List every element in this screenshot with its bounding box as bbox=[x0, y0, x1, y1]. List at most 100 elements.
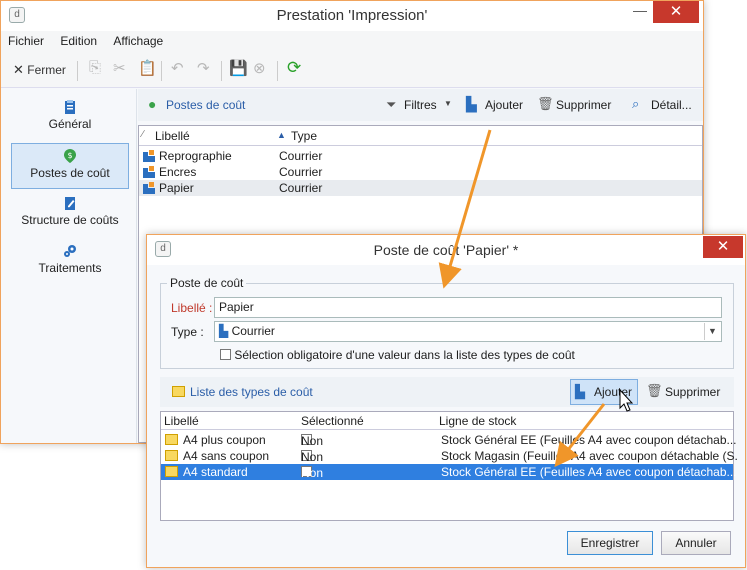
menu-affichage[interactable]: Affichage bbox=[106, 31, 169, 48]
menu-fichier[interactable]: Fichier bbox=[1, 31, 50, 48]
close-window-button[interactable]: ✕ bbox=[653, 1, 699, 23]
type-caption: Type : bbox=[171, 325, 204, 339]
row-label: A4 standard bbox=[183, 465, 248, 479]
sort-ascending-icon: ▲ bbox=[277, 130, 286, 140]
left-navigation: Général $ Postes de coût Structure de co… bbox=[1, 89, 137, 443]
label-input[interactable]: Papier bbox=[214, 297, 722, 318]
undo-icon[interactable]: ↶ bbox=[171, 59, 184, 77]
nav-item-structure-de-couts[interactable]: Structure de coûts bbox=[11, 191, 129, 237]
cost-item-dialog: d Poste de coût 'Papier' * ✕ Poste de co… bbox=[146, 234, 746, 568]
sort-handle-icon: ∕ bbox=[142, 129, 144, 140]
list-toolbar: Liste des types de coût ▙ Ajouter 🗑 Supp… bbox=[160, 377, 734, 407]
column-header-label[interactable]: Libellé bbox=[155, 129, 190, 143]
pen-document-icon bbox=[65, 197, 75, 210]
cost-types-grid: Libellé Sélectionné Ligne de stock A4 pl… bbox=[160, 411, 738, 521]
nav-item-general[interactable]: Général bbox=[11, 95, 129, 141]
row-stock: Stock Magasin (Feuilles A4 avec coupon d… bbox=[441, 449, 738, 463]
nav-item-label: Structure de coûts bbox=[21, 213, 119, 227]
cancel-icon[interactable]: ⊗ bbox=[253, 59, 266, 77]
group-title: Poste de coût bbox=[167, 276, 247, 290]
row-label: Encres bbox=[159, 165, 197, 179]
nav-item-postes-de-cout[interactable]: $ Postes de coût bbox=[11, 143, 129, 189]
mandatory-checkbox-label: Sélection obligatoire d'une valeur dans … bbox=[234, 348, 575, 362]
cost-type-icon bbox=[143, 150, 155, 162]
mandatory-checkbox[interactable] bbox=[220, 349, 231, 360]
delete-type-button[interactable]: Supprimer bbox=[665, 385, 720, 399]
table-row[interactable]: A4 sans coupon Non Stock Magasin (Feuill… bbox=[161, 448, 738, 464]
chevron-down-icon[interactable]: ▼ bbox=[704, 323, 720, 340]
trash-icon: 🗑 bbox=[646, 383, 663, 398]
toolbar-separator bbox=[77, 61, 78, 81]
money-pin-icon: ● bbox=[148, 96, 157, 112]
detail-button[interactable]: Détail... bbox=[651, 98, 692, 112]
row-selected-value: Non bbox=[301, 466, 324, 480]
main-toolbar: ✕ Fermer ⎘ ✂ 📋 ↶ ↷ 💾 ⊗ ⟳ bbox=[1, 53, 703, 88]
label-input-value: Papier bbox=[219, 300, 254, 314]
search-icon: ⌕ bbox=[632, 96, 640, 111]
table-row-selected[interactable]: A4 standard Non Stock Général EE (Feuill… bbox=[161, 464, 737, 480]
table-row[interactable]: A4 plus coupon Non Stock Général EE (Feu… bbox=[161, 432, 737, 448]
dialog-close-button[interactable]: ✕ bbox=[703, 236, 743, 258]
nav-item-label: Général bbox=[48, 117, 92, 131]
cost-type-icon: ▙ bbox=[219, 324, 229, 338]
row-label: A4 plus coupon bbox=[183, 433, 266, 447]
close-button[interactable]: ✕ Fermer bbox=[13, 62, 66, 78]
paste-icon[interactable]: 📋 bbox=[138, 59, 157, 77]
add-icon: ▙ bbox=[466, 96, 477, 112]
list-icon bbox=[165, 450, 178, 461]
minimize-button[interactable]: — bbox=[627, 1, 653, 23]
column-header-type[interactable]: Type bbox=[291, 129, 317, 143]
grid-header: Libellé Sélectionné Ligne de stock bbox=[161, 412, 733, 430]
copy-icon[interactable]: ⎘ bbox=[89, 59, 101, 76]
column-header-selected[interactable]: Sélectionné bbox=[301, 414, 364, 428]
redo-icon[interactable]: ↷ bbox=[197, 59, 210, 77]
cost-type-icon bbox=[143, 182, 155, 194]
cancel-button[interactable]: Annuler bbox=[661, 531, 731, 555]
column-header-stock[interactable]: Ligne de stock bbox=[439, 414, 516, 428]
save-icon[interactable]: 💾 bbox=[229, 59, 248, 77]
table-row[interactable]: Reprographie Courrier bbox=[139, 148, 702, 164]
save-button[interactable]: Enregistrer bbox=[567, 531, 653, 555]
row-type: Courrier bbox=[279, 181, 323, 195]
add-icon: ▙ bbox=[575, 384, 585, 399]
toolbar-separator bbox=[221, 61, 222, 81]
type-select-value: Courrier bbox=[231, 324, 275, 338]
close-label: Fermer bbox=[27, 63, 66, 77]
main-title: Prestation 'Impression' bbox=[276, 7, 428, 24]
list-icon bbox=[165, 434, 178, 445]
add-type-label: Ajouter bbox=[594, 385, 633, 399]
filter-icon[interactable]: ⏷ bbox=[386, 97, 396, 113]
row-label: Papier bbox=[159, 181, 194, 195]
grid-header: ∕ Libellé ▲ Type bbox=[139, 126, 702, 146]
table-row[interactable]: Encres Courrier bbox=[139, 164, 702, 180]
column-header-label[interactable]: Libellé bbox=[164, 414, 199, 428]
menu-edition[interactable]: Edition bbox=[53, 31, 103, 48]
row-type: Courrier bbox=[279, 149, 323, 163]
main-titlebar: d Prestation 'Impression' — ✕ bbox=[1, 1, 703, 31]
nav-item-traitements[interactable]: Traitements bbox=[11, 239, 129, 285]
label-caption: Libellé : bbox=[171, 301, 213, 315]
mandatory-checkbox-row[interactable]: Sélection obligatoire d'une valeur dans … bbox=[220, 348, 575, 362]
close-icon: ✕ bbox=[13, 62, 24, 77]
row-label: Reprographie bbox=[159, 149, 232, 163]
add-button[interactable]: Ajouter bbox=[485, 98, 523, 112]
delete-button[interactable]: Supprimer bbox=[556, 98, 611, 112]
type-select[interactable]: ▙ Courrier ▼ bbox=[214, 321, 722, 342]
filters-button[interactable]: Filtres bbox=[404, 98, 437, 112]
menubar: Fichier Edition Affichage bbox=[1, 31, 703, 53]
refresh-icon[interactable]: ⟳ bbox=[287, 58, 301, 78]
clipboard-icon bbox=[65, 100, 75, 114]
cut-icon[interactable]: ✂ bbox=[113, 59, 126, 77]
table-row[interactable]: Papier Courrier bbox=[139, 180, 702, 196]
add-type-button[interactable]: ▙ Ajouter bbox=[570, 379, 638, 405]
money-pin-icon: $ bbox=[64, 149, 76, 163]
nav-item-label: Postes de coût bbox=[30, 166, 110, 180]
dialog-title: Poste de coût 'Papier' * bbox=[373, 242, 519, 258]
toolbar-separator bbox=[277, 61, 278, 81]
row-type: Courrier bbox=[279, 165, 323, 179]
cost-items-toolbar: ● Postes de coût ⏷ Filtres ▼ ▙ Ajouter 🗑… bbox=[138, 89, 703, 121]
nav-item-label: Traitements bbox=[38, 261, 102, 275]
row-selected-value: Non bbox=[301, 450, 324, 464]
filters-dropdown-arrow-icon[interactable]: ▼ bbox=[444, 99, 452, 108]
svg-text:$: $ bbox=[67, 151, 72, 160]
